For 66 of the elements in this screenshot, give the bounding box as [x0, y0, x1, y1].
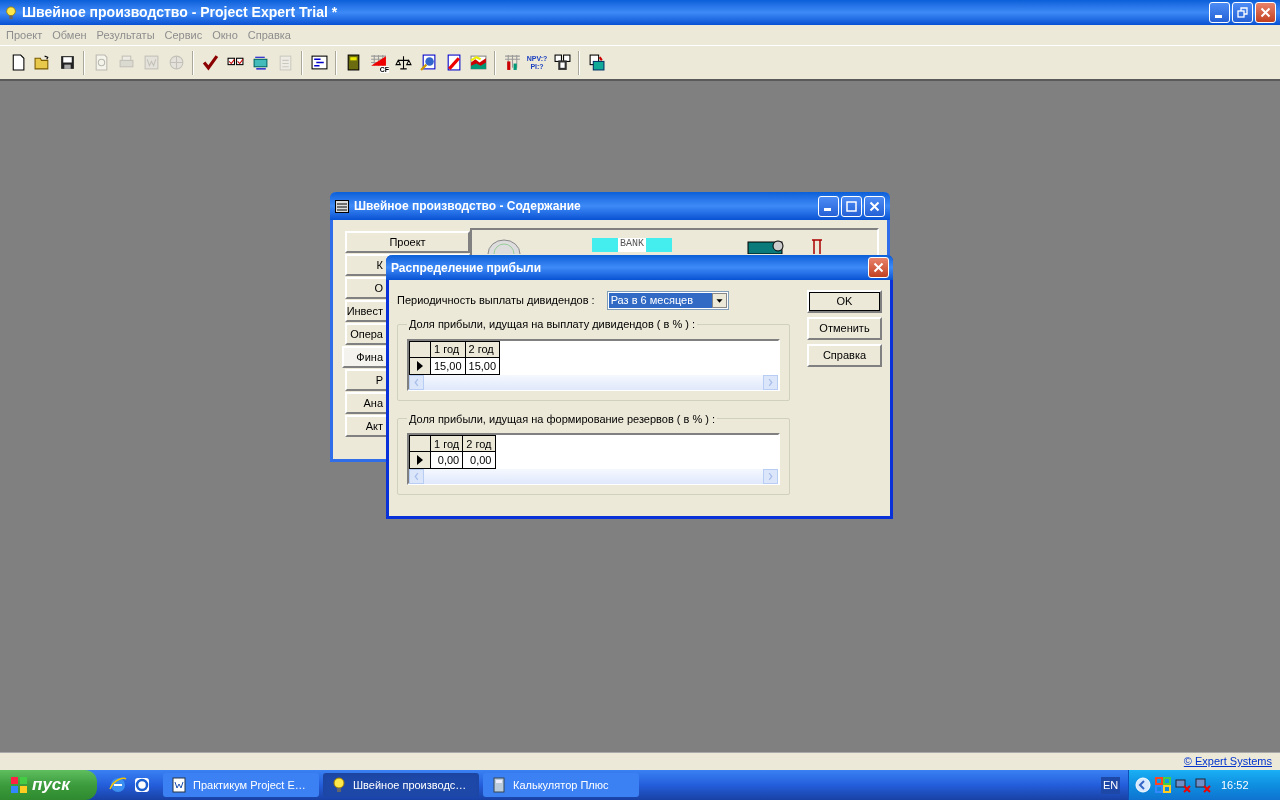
network-disconnected-icon[interactable]	[1195, 777, 1211, 793]
clock: 16:52	[1220, 777, 1249, 793]
taskbar-button[interactable]: Практикум Project E…	[163, 773, 319, 797]
calculator-icon	[491, 777, 507, 793]
child-window-title: Швейное производство - Содержание	[354, 198, 582, 215]
table-cell: 0,00	[430, 451, 463, 469]
minimize-icon	[1215, 14, 1222, 18]
area-chart-icon	[469, 54, 487, 71]
minimize-button[interactable]	[818, 195, 839, 217]
maximize-button[interactable]	[841, 195, 862, 217]
list-window-icon	[310, 54, 328, 71]
start-button[interactable]: пуск	[0, 770, 97, 800]
column-header: 2 год	[465, 341, 500, 357]
close-button[interactable]	[868, 257, 889, 278]
network-disconnected-icon[interactable]	[1175, 777, 1191, 793]
comparison-icon	[553, 54, 571, 71]
group-legend: Доля прибыли, идущая на формирование резервов ( в % ) :	[407, 410, 718, 427]
document-icon	[171, 777, 187, 793]
taskbar-button[interactable]: Калькулятор Плюс	[483, 773, 639, 797]
table-export-icon	[587, 54, 605, 71]
app-icon	[4, 5, 18, 20]
window-icon	[335, 199, 349, 213]
column-header: 2 год	[462, 435, 495, 452]
section-tab[interactable]: Проект	[345, 231, 470, 253]
squares-icon[interactable]	[1155, 777, 1171, 793]
expert-systems-link[interactable]: © Expert Systems	[1183, 753, 1272, 770]
word-document-icon	[142, 54, 160, 71]
checkmark-icon	[201, 54, 219, 71]
browser-icon[interactable]	[109, 776, 127, 794]
column-header: 1 год	[430, 435, 463, 452]
dialog-button[interactable]: Справка	[807, 344, 882, 367]
close-icon	[873, 262, 884, 273]
scales-icon	[394, 54, 412, 71]
row-indicator-icon	[416, 360, 424, 371]
group-legend: Доля прибыли, идущая на выплату дивидендов ( в % ) :	[407, 316, 698, 333]
restore-button[interactable]	[1232, 2, 1253, 23]
lightbulb-icon	[331, 777, 347, 793]
period-dropdown[interactable]: Раз в 6 месяцев	[606, 290, 729, 310]
windows-logo-icon	[10, 776, 28, 794]
table-cell: 15,00	[430, 357, 466, 374]
table-cell: 0,00	[462, 451, 495, 469]
horizontal-scrollbar[interactable]	[409, 374, 778, 390]
window-title: Швейное производство - Project Expert Trial *	[22, 3, 339, 22]
close-icon	[1260, 7, 1271, 18]
bank-drawing: BANK	[592, 238, 672, 252]
minimize-icon	[824, 208, 831, 211]
column-header: 1 год	[430, 341, 466, 357]
open-folder-icon	[33, 54, 51, 71]
period-label: Периодичность выплаты дивидендов :	[397, 292, 595, 308]
maximize-icon	[846, 200, 857, 212]
table-cell: 15,00	[465, 357, 500, 374]
globe-document-icon	[419, 54, 437, 71]
exchange-icon	[251, 54, 269, 71]
close-button[interactable]	[1255, 2, 1276, 23]
dialog-button[interactable]: Отменить	[807, 317, 882, 340]
close-icon	[869, 200, 880, 212]
close-button[interactable]	[864, 195, 885, 217]
save-icon	[58, 54, 76, 71]
dialog-button[interactable]: OK	[807, 290, 882, 313]
bar-chart-icon	[503, 54, 521, 71]
row-indicator-icon	[416, 455, 424, 465]
taskbar-button[interactable]: Швейное производс…	[323, 773, 479, 797]
minimize-button[interactable]	[1209, 2, 1230, 23]
language-indicator[interactable]: EN	[1101, 777, 1121, 794]
chevron-left-icon[interactable]	[1135, 777, 1151, 793]
restore-icon	[1237, 7, 1248, 18]
